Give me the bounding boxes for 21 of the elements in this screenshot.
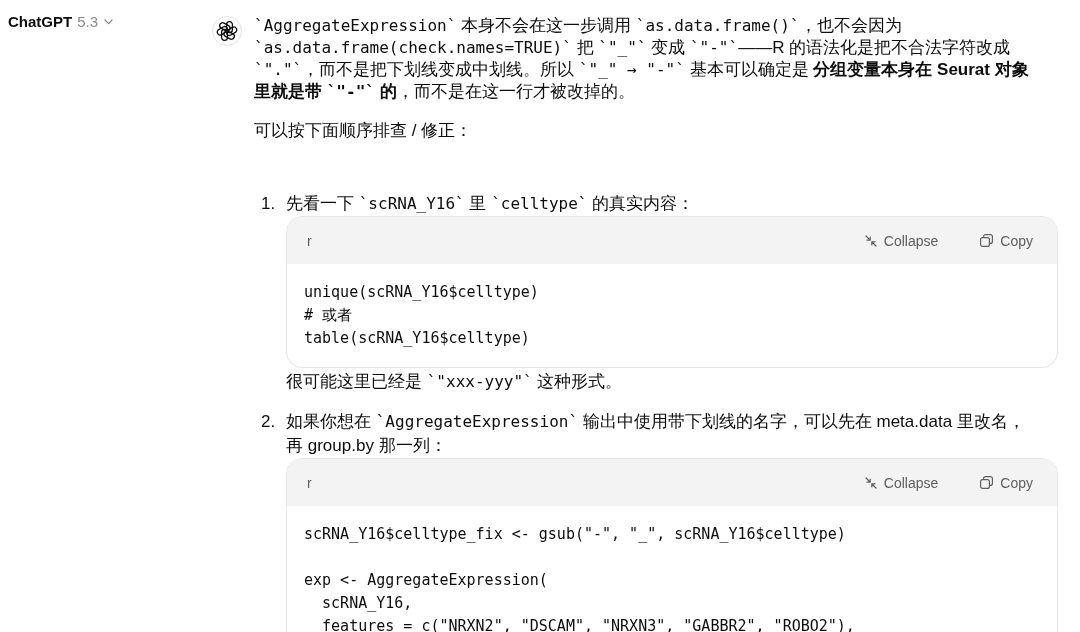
- model-switcher[interactable]: ChatGPT 5.3: [8, 13, 114, 31]
- step-text: 先看一下 `scRNA_Y16` 里 `celltype` 的真实内容：: [286, 193, 696, 215]
- copy-button[interactable]: Copy: [980, 232, 1033, 249]
- collapse-button[interactable]: Collapse: [864, 474, 939, 491]
- list-number: 1.: [260, 193, 276, 215]
- collapse-button[interactable]: Collapse: [864, 232, 939, 249]
- code-language-label: r: [307, 232, 312, 249]
- code-language-label: r: [307, 474, 312, 491]
- chevron-down-icon: [104, 19, 114, 25]
- list-number: 2.: [260, 411, 276, 433]
- step-text: 如果你想在 `AggregateExpression` 输出中使用带下划线的名字，可以先在 meta.data 里改名，再 group.by 那一列：: [286, 411, 1026, 457]
- arrows-inward-icon: [864, 476, 877, 489]
- message-paragraph: `AggregateExpression` 本身不会在这一步调用 `as.data.frame()`，也不会因为 `as.data.frame(check.names=TRUE)` 把 `"_"` 变成 `"-"`——R 的语法化是把不合法字符改成 `"."`，而不是把下划线变成中划线。所以 `"_" → "-"` 基本可以确定是 分组变量本身在 Seurat 对象里就是带 `"-"` 的，而不是在这一行才被改掉的。: [254, 15, 1030, 103]
- code-text: unique(scRNA_Y16$celltype) # 或者 table(scRNA_Y16$celltype): [304, 282, 540, 349]
- copy-icon: [980, 234, 994, 247]
- message-paragraph: 可以按下面顺序排查 / 修正：: [254, 120, 474, 142]
- copy-icon: [980, 476, 994, 489]
- arrows-inward-icon: [864, 234, 877, 247]
- step-note: 很可能这里已经是 `"xxx-yyy"` 这种形式。: [286, 371, 624, 393]
- avatar-logo-icon: [212, 16, 242, 46]
- copy-button[interactable]: Copy: [980, 474, 1033, 491]
